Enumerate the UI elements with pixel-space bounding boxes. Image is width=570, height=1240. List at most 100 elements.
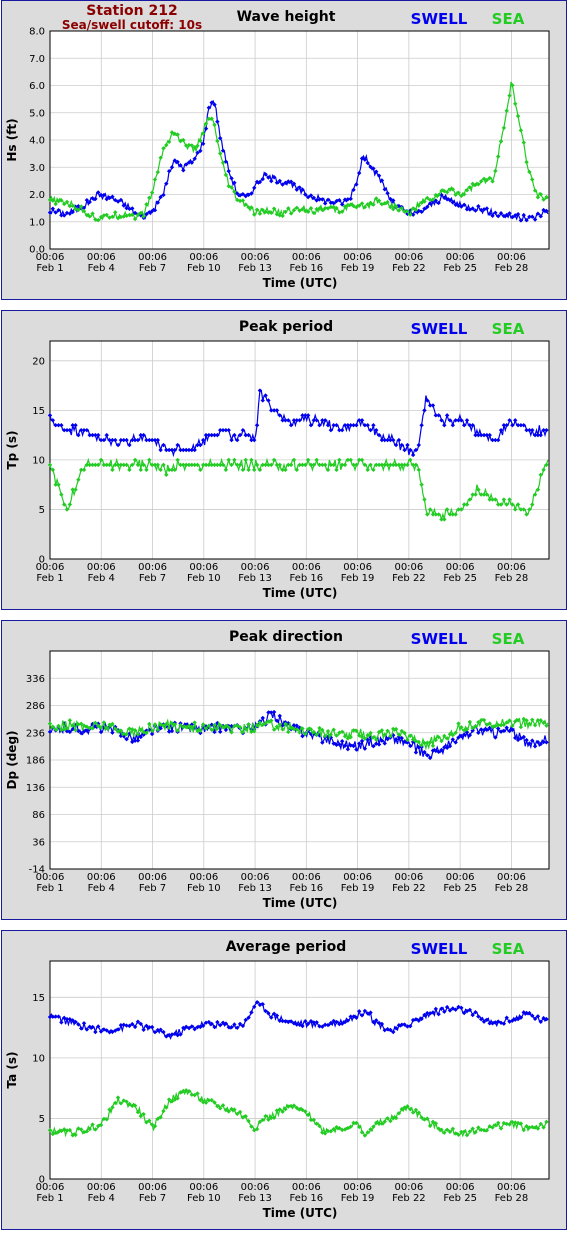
x-tick-time: 00:06 xyxy=(292,252,321,263)
x-tick-time: 00:06 xyxy=(138,1182,167,1193)
x-tick-date: Feb 19 xyxy=(341,1193,375,1204)
x-axis-label: Time (UTC) xyxy=(263,586,338,600)
chart-title: Peak period xyxy=(239,319,333,335)
y-axis-label: Ta (s) xyxy=(5,1051,19,1088)
legend-sea: SEA xyxy=(492,320,525,338)
station-name: Station 212 xyxy=(86,3,177,19)
x-tick-date: Feb 25 xyxy=(443,883,477,894)
y-tick-label: 10 xyxy=(32,455,45,466)
legend-swell: SWELL xyxy=(411,320,468,338)
legend-swell: SWELL xyxy=(411,940,468,958)
y-tick-label: 236 xyxy=(26,728,45,739)
y-axis-label: Dp (deg) xyxy=(5,730,19,789)
x-tick-date: Feb 19 xyxy=(341,573,375,584)
x-tick-time: 00:06 xyxy=(36,252,65,263)
chart-title: Wave height xyxy=(237,9,336,25)
y-tick-label: 5 xyxy=(39,505,45,516)
x-tick-time: 00:06 xyxy=(189,872,218,883)
x-tick-time: 00:06 xyxy=(446,252,475,263)
legend-sea: SEA xyxy=(492,940,525,958)
x-axis-label: Time (UTC) xyxy=(263,1206,338,1220)
wave-height-panel: 0.0 1.0 2.0 3.0 4.0 5.0 6.0 7.0 8.0 00:06 Feb 1 00:… xyxy=(1,0,567,300)
x-tick-date: Feb 7 xyxy=(139,883,166,894)
x-axis-label: Time (UTC) xyxy=(263,276,338,290)
y-tick-label: 15 xyxy=(32,406,45,417)
x-tick-date: Feb 19 xyxy=(341,883,375,894)
x-tick-date: Feb 10 xyxy=(187,573,221,584)
plot-area xyxy=(49,960,550,1180)
y-tick-label: 286 xyxy=(26,701,45,712)
y-tick-label: 20 xyxy=(32,356,45,367)
peak-direction-panel: -14 36 86 136 186 236 286 336 00:06 Feb 1 00:06 Feb… xyxy=(1,620,567,920)
x-tick-date: Feb 19 xyxy=(341,263,375,274)
peak-period-panel: 0 5 10 15 20 00:06 Feb 1 00:06 Feb 4 00:06 Feb 7 00… xyxy=(1,310,567,610)
x-tick-time: 00:06 xyxy=(241,872,270,883)
x-tick-date: Feb 4 xyxy=(88,883,115,894)
x-tick-time: 00:06 xyxy=(241,252,270,263)
x-tick-date: Feb 13 xyxy=(238,883,272,894)
wave-height-chart: 0.01.02.03.04.05.06.07.08.000:06Feb 100:… xyxy=(5,3,550,290)
x-tick-date: Feb 28 xyxy=(495,1193,529,1204)
x-tick-date: Feb 28 xyxy=(495,263,529,274)
x-tick-time: 00:06 xyxy=(394,252,423,263)
x-tick-date: Feb 22 xyxy=(392,263,426,274)
y-tick-label: 186 xyxy=(26,756,45,767)
y-axis-label: Tp (s) xyxy=(5,430,19,469)
y-tick-label: 10 xyxy=(32,1053,45,1064)
y-tick-label: 3.0 xyxy=(29,163,45,174)
peak-direction-chart: -14368613618623628633600:06Feb 100:06Feb… xyxy=(5,629,550,910)
plot-area xyxy=(49,340,550,560)
x-tick-date: Feb 22 xyxy=(392,573,426,584)
x-tick-date: Feb 22 xyxy=(392,883,426,894)
y-tick-label: 7.0 xyxy=(29,54,45,65)
x-tick-time: 00:06 xyxy=(87,1182,116,1193)
y-tick-label: 36 xyxy=(32,837,45,848)
x-tick-date: Feb 16 xyxy=(290,263,324,274)
x-tick-time: 00:06 xyxy=(138,872,167,883)
y-axis-label: Hs (ft) xyxy=(5,118,19,161)
x-tick-time: 00:06 xyxy=(497,562,526,573)
x-tick-time: 00:06 xyxy=(241,562,270,573)
x-tick-date: Feb 28 xyxy=(495,573,529,584)
x-tick-time: 00:06 xyxy=(343,1182,372,1193)
x-tick-date: Feb 13 xyxy=(238,573,272,584)
x-tick-time: 00:06 xyxy=(189,252,218,263)
x-tick-date: Feb 4 xyxy=(88,1193,115,1204)
x-tick-time: 00:06 xyxy=(497,872,526,883)
y-tick-label: 2.0 xyxy=(29,190,45,201)
y-tick-label: 4.0 xyxy=(29,136,45,147)
legend-sea: SEA xyxy=(492,10,525,28)
x-tick-time: 00:06 xyxy=(138,562,167,573)
x-tick-date: Feb 13 xyxy=(238,263,272,274)
y-tick-label: 8.0 xyxy=(29,27,45,38)
average-period-panel: 0 5 10 15 00:06 Feb 1 00:06 Feb 4 00:06 Feb 7 00:0… xyxy=(1,930,567,1230)
y-tick-label: 15 xyxy=(32,993,45,1004)
x-tick-time: 00:06 xyxy=(87,252,116,263)
chart-title: Average period xyxy=(226,939,347,955)
y-tick-label: 86 xyxy=(32,810,45,821)
x-tick-time: 00:06 xyxy=(138,252,167,263)
x-tick-time: 00:06 xyxy=(189,1182,218,1193)
legend-sea: SEA xyxy=(492,630,525,648)
x-tick-time: 00:06 xyxy=(446,562,475,573)
y-tick-label: 336 xyxy=(26,674,45,685)
x-tick-time: 00:06 xyxy=(292,1182,321,1193)
y-tick-label: 6.0 xyxy=(29,81,45,92)
x-tick-time: 00:06 xyxy=(292,562,321,573)
x-tick-time: 00:06 xyxy=(446,872,475,883)
chart-title: Peak direction xyxy=(229,629,343,645)
x-tick-time: 00:06 xyxy=(189,562,218,573)
x-tick-time: 00:06 xyxy=(394,872,423,883)
y-tick-label: 136 xyxy=(26,783,45,794)
x-tick-date: Feb 16 xyxy=(290,883,324,894)
x-tick-date: Feb 1 xyxy=(36,263,63,274)
average-period-chart: 05101500:06Feb 100:06Feb 400:06Feb 700:0… xyxy=(5,939,550,1220)
x-tick-time: 00:06 xyxy=(394,1182,423,1193)
x-tick-date: Feb 16 xyxy=(290,573,324,584)
x-tick-date: Feb 1 xyxy=(36,1193,63,1204)
x-tick-time: 00:06 xyxy=(36,562,65,573)
x-tick-date: Feb 10 xyxy=(187,1193,221,1204)
legend-swell: SWELL xyxy=(411,630,468,648)
x-tick-time: 00:06 xyxy=(87,562,116,573)
x-tick-date: Feb 4 xyxy=(88,263,115,274)
